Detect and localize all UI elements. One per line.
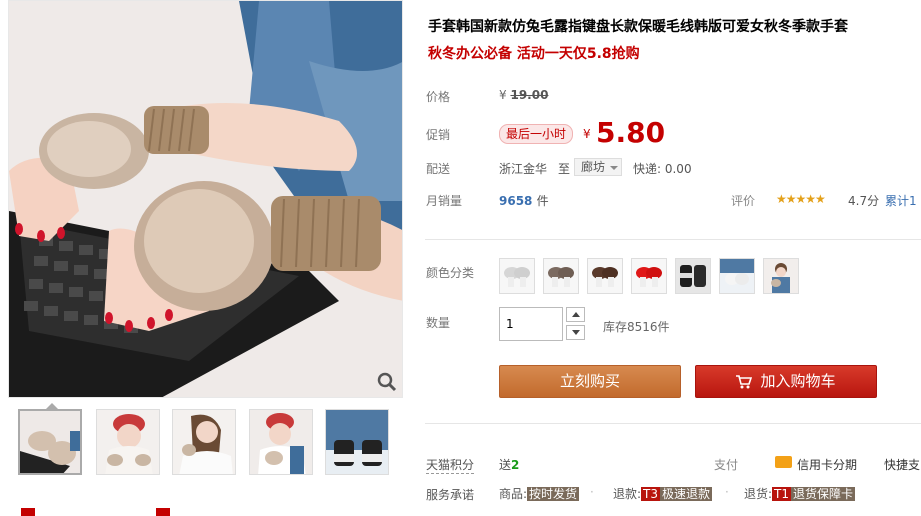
separator-dot: · xyxy=(725,485,729,499)
stock-count: 库存8516件 xyxy=(603,320,670,334)
points-prefix: 送 xyxy=(499,458,512,472)
thumbnail-3[interactable] xyxy=(172,409,236,475)
quick-pay[interactable]: 快捷支 xyxy=(884,456,920,473)
product-title: 手套韩国新款仿兔毛露指键盘长款保暖毛线韩版可爱女秋冬季款手套 xyxy=(428,19,848,35)
promo-countdown-badge: 最后一小时 xyxy=(499,124,574,144)
color-label: 颜色分类 xyxy=(426,266,475,280)
product-photo-illustration xyxy=(9,1,402,397)
color-swatch-photo-variant-1[interactable] xyxy=(719,258,755,294)
thumbnail-2[interactable] xyxy=(96,409,160,475)
thumbnail-5[interactable] xyxy=(325,409,389,475)
fast-refund-tag[interactable]: 极速退款 xyxy=(660,487,713,501)
thumbnail-1[interactable] xyxy=(18,409,82,475)
color-swatch-black-gloves[interactable] xyxy=(675,258,711,294)
promise-item-label: 商品: xyxy=(499,487,528,501)
color-swatch-photo-variant-2[interactable] xyxy=(763,258,799,294)
original-price-amount: 19.00 xyxy=(510,88,549,102)
payment-label: 支付 xyxy=(714,458,739,472)
sales-count: 9658 xyxy=(499,194,533,208)
original-currency: ¥ xyxy=(499,88,507,102)
chevron-down-icon xyxy=(610,166,618,170)
separator-dot: · xyxy=(590,485,594,499)
credit-card-installment[interactable]: 信用卡分期 xyxy=(797,456,857,473)
shipping-label: 配送 xyxy=(426,162,451,176)
sales-unit: 件 xyxy=(536,194,549,208)
promise-fast-refund: 退款: T3 极速退款 xyxy=(613,485,713,502)
cart-icon xyxy=(736,369,753,400)
divider xyxy=(425,239,921,240)
ship-to-label: 至 xyxy=(558,162,571,176)
thumbnail-4[interactable] xyxy=(249,409,313,475)
monthly-sales: 9658 件 xyxy=(499,192,549,209)
rating-stars-icon: ★★★★★ xyxy=(776,192,826,206)
promise-item-label: 退货: xyxy=(744,487,773,501)
color-swatch-red-gloves[interactable] xyxy=(631,258,667,294)
main-product-image[interactable] xyxy=(8,0,403,398)
buy-now-button[interactable]: 立刻购买 xyxy=(499,365,681,398)
thumbnail-strip xyxy=(14,409,404,477)
quantity-increase-button[interactable] xyxy=(566,307,585,322)
color-swatch-white-gloves[interactable] xyxy=(499,258,535,294)
promise-ship-on-time: 商品: 按时发货 xyxy=(499,485,580,502)
t3-code-tag[interactable]: T3 xyxy=(641,487,661,501)
divider xyxy=(425,423,921,424)
color-swatch-brown-gloves[interactable] xyxy=(587,258,623,294)
rating-score: 4.7分 xyxy=(848,194,880,208)
zoom-icon[interactable] xyxy=(376,371,398,393)
t1-code-tag[interactable]: T1 xyxy=(772,487,792,501)
express-fee: 快递: 0.00 xyxy=(633,162,692,176)
points-amount: 2 xyxy=(511,458,520,472)
quantity-input[interactable] xyxy=(499,307,563,341)
service-promise-label: 服务承诺 xyxy=(426,488,475,502)
return-guarantee-tag[interactable]: 退货保障卡 xyxy=(791,487,856,501)
promise-item-label: 退款: xyxy=(613,487,642,501)
add-to-cart-label: 加入购物车 xyxy=(760,372,836,390)
monthly-sales-label: 月销量 xyxy=(426,194,463,208)
promo-label: 促销 xyxy=(426,128,451,142)
on-time-ship-tag[interactable]: 按时发货 xyxy=(527,487,580,501)
price-label: 价格 xyxy=(426,90,451,104)
product-subtitle: 秋冬办公必备 活动一天仅5.8抢购 xyxy=(428,46,640,62)
add-to-cart-button[interactable]: 加入购物车 xyxy=(695,365,877,398)
chevron-up-icon xyxy=(572,312,580,317)
promo-currency: ¥ xyxy=(583,127,591,141)
destination-select[interactable]: 廊坊 xyxy=(574,158,622,176)
quantity-decrease-button[interactable] xyxy=(566,325,585,340)
promise-return-guarantee: 退货: T1 退货保障卡 xyxy=(744,485,856,502)
quantity-label: 数量 xyxy=(426,316,451,330)
color-swatch-gray-brown-gloves[interactable] xyxy=(543,258,579,294)
chevron-down-icon xyxy=(572,330,580,335)
rating-label: 评价 xyxy=(731,194,756,208)
destination-value: 廊坊 xyxy=(581,160,606,174)
tmall-points-link[interactable]: 天猫积分 xyxy=(426,456,475,474)
cumulative-reviews-link[interactable]: 累计1 xyxy=(885,192,917,209)
promo-price: 5.80 xyxy=(596,116,666,149)
original-price: ¥ 19.00 xyxy=(499,88,548,102)
credit-card-icon xyxy=(775,456,792,468)
ship-from: 浙江金华 xyxy=(499,162,548,176)
points-value: 送2 xyxy=(499,456,519,473)
